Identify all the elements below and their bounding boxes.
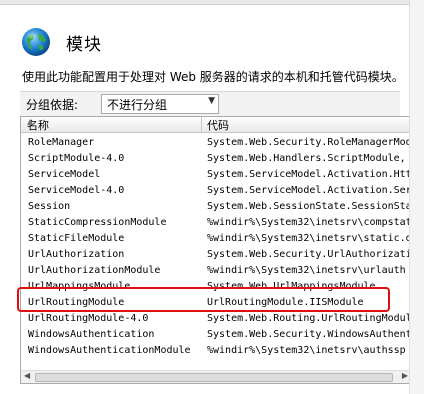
table-row[interactable]: UrlAuthorizationModule %windir%\System32\… [21,264,411,280]
table-row[interactable]: StaticFileModule %windir%\System32\inetsr… [21,232,411,248]
horizontal-scrollbar[interactable]: ◀ ▶ [21,370,411,383]
column-header-code[interactable]: 代码 [202,117,411,132]
cell-name: UrlAuthorization [28,249,125,260]
cell-code: %windir%\System32\inetsrv\static.d [207,233,412,244]
scroll-left-icon[interactable]: ◀ [24,371,30,380]
table-row[interactable]: UrlAuthorization System.Web.Security.UrlA… [21,248,411,264]
cell-name: WindowsAuthenticationModule [28,345,191,356]
group-by-value: 不进行分组 [107,98,168,112]
cell-name: WindowsAuthentication [28,329,155,340]
chevron-down-icon: ▼ [208,96,215,106]
table-row[interactable]: StaticCompressionModule %windir%\System32… [21,216,411,232]
column-header-name[interactable]: 名称 ▲ [21,117,202,132]
cell-name: Session [28,201,71,212]
group-by-label: 分组依据: [26,98,79,112]
group-by-dropdown[interactable]: 不进行分组 ▼ [101,94,219,114]
cell-code: %windir%\System32\inetsrv\authssp [207,345,406,356]
rows-container: RoleManager System.Web.Security.RoleManag… [21,136,411,360]
modules-list[interactable]: 名称 ▲ 代码 RoleManager System.Web.Security.R… [20,116,412,384]
cell-code: System.ServiceModel.Activation.Http [207,169,412,180]
cell-name: UrlRoutingModule-4.0 [28,313,149,324]
vertical-scrollbar[interactable] [409,0,424,394]
column-header-code-label: 代码 [207,119,229,132]
scroll-right-icon[interactable]: ▶ [402,371,408,380]
table-row[interactable]: ScriptModule-4.0 System.Web.Handlers.Scri… [21,152,411,168]
table-row[interactable]: RoleManager System.Web.Security.RoleManag… [21,136,411,152]
table-row[interactable]: ServiceModel System.ServiceModel.Activati… [21,168,411,184]
scroll-thumb[interactable] [35,373,393,382]
table-row[interactable]: WindowsAuthenticationModule %windir%\Syst… [21,344,411,360]
column-headers: 名称 ▲ 代码 [21,117,411,133]
cell-code: %windir%\System32\inetsrv\urlauth [207,265,406,276]
table-row[interactable]: Session System.Web.SessionState.SessionSt… [21,200,411,216]
cell-name: StaticCompressionModule [28,217,167,228]
table-row[interactable]: WindowsAuthentication System.Web.Security… [21,328,411,344]
cell-code: System.Web.SessionState.SessionStat [207,201,412,212]
cell-name: UrlAuthorizationModule [28,265,161,276]
cell-code: %windir%\System32\inetsrv\compstat [207,217,412,228]
cell-name: ServiceModel [28,169,101,180]
cell-code: System.Web.Security.RoleManagerModu [207,137,412,148]
cell-code: System.Web.Security.WindowsAuthentic [207,329,412,340]
cell-name: StaticFileModule [28,233,125,244]
sort-asc-icon: ▲ [27,117,34,126]
cell-code: System.Web.Security.UrlAuthorizatio [207,249,412,260]
globe-icon [22,28,50,56]
cell-name: ScriptModule-4.0 [28,153,125,164]
cell-name: RoleManager [28,137,95,148]
table-row[interactable]: ServiceModel-4.0 System.ServiceModel.Acti… [21,184,411,200]
cell-code: System.ServiceModel.Activation.Ser [207,185,412,196]
table-row[interactable]: UrlRoutingModule-4.0 System.Web.Routing.U… [21,312,411,328]
highlight-box [17,287,390,312]
cell-code: System.Web.Routing.UrlRoutingModule [207,313,412,324]
cell-code: System.Web.Handlers.ScriptModule, [207,153,406,164]
page-header: 模块 [0,5,424,65]
cell-name: ServiceModel-4.0 [28,185,125,196]
page-title: 模块 [66,35,102,55]
group-by-toolbar: 分组依据: 不进行分组 ▼ [20,91,400,117]
page-description: 使用此功能配置用于处理对 Web 服务器的请求的本机和托管代码模块。 [22,70,404,84]
